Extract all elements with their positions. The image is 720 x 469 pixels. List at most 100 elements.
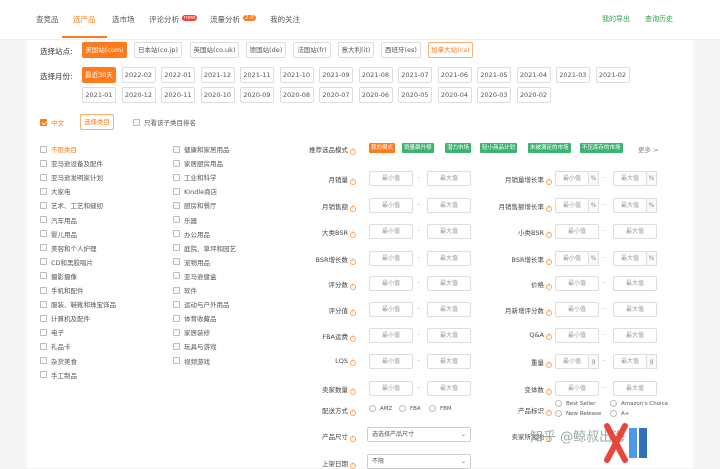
min-input[interactable]: 最小值: [369, 302, 413, 317]
max-input[interactable]: 最大值: [427, 354, 471, 369]
category-checkbox[interactable]: 计算机及配件: [40, 313, 90, 323]
category-checkbox[interactable]: 健康和家居用品: [173, 144, 230, 154]
month-option[interactable]: 2022-02: [121, 67, 156, 83]
category-checkbox[interactable]: 婴儿用品: [40, 229, 77, 239]
site-option[interactable]: 德国站(de): [246, 42, 286, 58]
max-input[interactable]: 最大值: [427, 276, 471, 291]
month-option[interactable]: 2020-09: [240, 87, 274, 103]
my-export-link[interactable]: 我的导出: [602, 14, 630, 24]
month-option[interactable]: 2021-11: [240, 67, 274, 83]
max-input[interactable]: 最大值: [427, 302, 471, 317]
select-category-button[interactable]: 选择类目: [80, 114, 114, 130]
category-checkbox[interactable]: 大家电: [40, 186, 71, 196]
category-checkbox[interactable]: 玩具与游戏: [173, 341, 217, 351]
category-checkbox[interactable]: 亚马逊健盒: [173, 271, 217, 281]
category-checkbox[interactable]: 家居厨房用品: [173, 158, 223, 168]
month-option[interactable]: 2020-10: [200, 87, 235, 103]
month-option[interactable]: 2021-03: [556, 67, 590, 83]
min-input[interactable]: 最小值: [369, 224, 413, 239]
max-input[interactable]: 最大值: [613, 224, 657, 239]
delivery-amz-radio[interactable]: AMZ: [369, 405, 392, 412]
tag-new-release[interactable]: New Release: [555, 410, 601, 417]
category-checkbox[interactable]: 杂货美食: [40, 356, 77, 366]
recommend-mode-chip[interactable]: 销量飙升榜: [402, 143, 434, 153]
category-checkbox[interactable]: CD和黑胶唱片: [40, 257, 93, 267]
recommend-mode-chip[interactable]: 不压库存的市场: [580, 143, 623, 153]
tab-markets[interactable]: 选市场: [112, 14, 135, 25]
max-input[interactable]: 最大值: [613, 171, 647, 186]
month-option[interactable]: 2020-04: [437, 87, 472, 103]
max-input[interactable]: 最大值: [613, 328, 657, 343]
min-input[interactable]: 最小值: [369, 276, 413, 291]
month-option[interactable]: 2021-09: [319, 67, 353, 83]
min-input[interactable]: 最小值: [555, 251, 589, 266]
category-checkbox[interactable]: 亚马逊设备及配件: [40, 158, 103, 168]
category-checkbox[interactable]: 体育收藏品: [173, 313, 217, 323]
category-checkbox[interactable]: 庭院、草坪和园艺: [173, 243, 236, 253]
max-input[interactable]: 最大值: [613, 354, 647, 369]
month-option[interactable]: 2021-05: [477, 67, 511, 83]
delivery-fba-radio[interactable]: FBA: [399, 405, 421, 412]
month-option[interactable]: 2020-05: [398, 87, 432, 103]
site-option[interactable]: 日本站(co.jp): [134, 42, 182, 58]
category-checkbox[interactable]: 手工制品: [40, 370, 77, 380]
category-checkbox[interactable]: 亚马逊发明家计划: [40, 172, 103, 182]
max-input[interactable]: 最大值: [427, 381, 471, 396]
max-input[interactable]: 最大值: [613, 276, 657, 291]
tab-competitors[interactable]: 查竞品: [36, 14, 59, 25]
category-checkbox[interactable]: 不限类目: [40, 144, 77, 154]
tag-a-plus[interactable]: A+: [610, 410, 629, 417]
min-input[interactable]: 最小值: [369, 198, 413, 213]
max-input[interactable]: 最大值: [613, 251, 647, 266]
month-option[interactable]: 2021-02: [595, 67, 630, 83]
site-option[interactable]: 意大利(it): [338, 42, 374, 58]
max-input[interactable]: 最大值: [613, 198, 647, 213]
min-input[interactable]: 最小值: [369, 171, 413, 186]
category-checkbox[interactable]: 家居装修: [173, 327, 210, 337]
category-checkbox[interactable]: 乐器: [173, 215, 197, 225]
max-input[interactable]: 最大值: [613, 381, 657, 396]
category-checkbox[interactable]: 视频游戏: [173, 356, 210, 366]
site-option[interactable]: 加拿大站(ca): [428, 42, 473, 58]
month-option[interactable]: 2020-08: [279, 87, 314, 103]
min-input[interactable]: 最小值: [555, 276, 599, 291]
recommend-mode-chip[interactable]: 潜力市场: [445, 143, 472, 153]
recommend-mode-chip[interactable]: 未被满足的市场: [528, 143, 571, 153]
month-option[interactable]: 最近30天: [82, 67, 116, 83]
max-input[interactable]: 最大值: [427, 198, 471, 213]
tab-traffic[interactable]: 流量分析 2.0: [210, 14, 256, 25]
category-checkbox[interactable]: 运动与户外用品: [173, 299, 230, 309]
max-input[interactable]: 最大值: [613, 302, 657, 317]
month-option[interactable]: 2021-10: [279, 67, 314, 83]
month-option[interactable]: 2020-07: [319, 87, 353, 103]
min-input[interactable]: 最小值: [555, 171, 589, 186]
launch-select[interactable]: 不限 ⌄: [367, 454, 471, 469]
category-checkbox[interactable]: 汽车用品: [40, 215, 77, 225]
max-input[interactable]: 最大值: [427, 224, 471, 239]
chinese-checkbox[interactable]: 中文: [40, 117, 64, 127]
month-option[interactable]: 2021-12: [200, 67, 235, 83]
min-input[interactable]: 最小值: [555, 302, 599, 317]
category-checkbox[interactable]: 手机和配件: [40, 285, 84, 295]
category-checkbox[interactable]: 办公用品: [173, 229, 210, 239]
min-input[interactable]: 最小值: [555, 198, 589, 213]
recommend-mode-chip[interactable]: 我的模式: [369, 143, 396, 153]
category-checkbox[interactable]: 美容和个人护理: [40, 243, 97, 253]
category-checkbox[interactable]: 软件: [173, 285, 197, 295]
recommend-mode-chip[interactable]: 轻小商品计划: [480, 143, 518, 153]
category-checkbox[interactable]: Kindle商店: [173, 186, 217, 196]
category-checkbox[interactable]: 摄影摄像: [40, 271, 77, 281]
category-checkbox[interactable]: 宠物用品: [173, 257, 210, 267]
site-option[interactable]: 美国站(com): [82, 42, 127, 58]
month-option[interactable]: 2020-12: [121, 87, 156, 103]
category-checkbox[interactable]: 服装、鞋靴和珠宝饰品: [40, 299, 116, 309]
min-input[interactable]: 最小值: [369, 381, 413, 396]
month-option[interactable]: 2021-07: [398, 67, 432, 83]
only-subcategory-checkbox[interactable]: 只看该子类目排名: [133, 117, 196, 127]
site-option[interactable]: 西班牙(es): [381, 42, 421, 58]
month-option[interactable]: 2021-08: [358, 67, 393, 83]
month-option[interactable]: 2020-03: [477, 87, 511, 103]
min-input[interactable]: 最小值: [555, 354, 589, 369]
month-option[interactable]: 2020-02: [516, 87, 551, 103]
max-input[interactable]: 最大值: [427, 171, 471, 186]
